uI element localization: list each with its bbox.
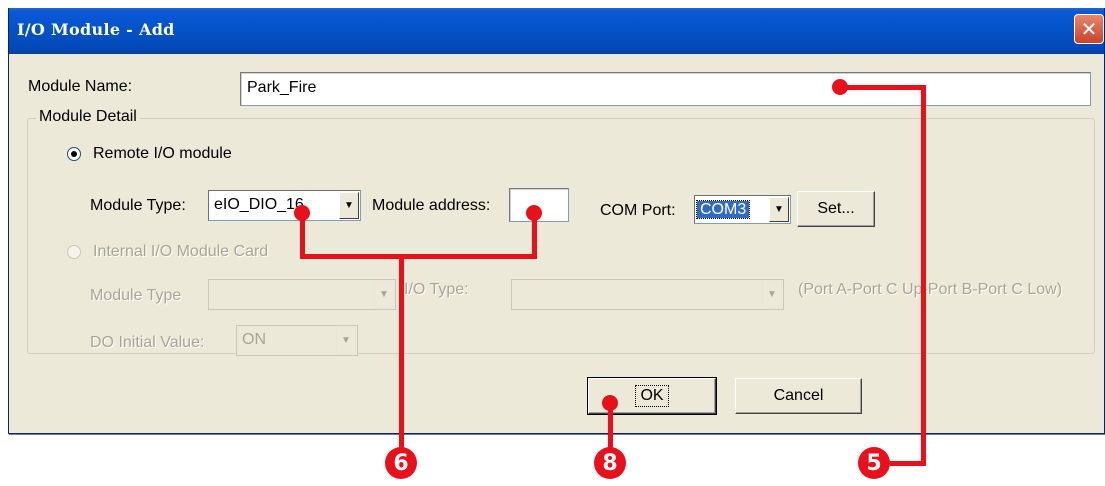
module-type-select[interactable]: eIO_DIO_16 ▼ [208,190,361,221]
remote-io-radio[interactable] [67,147,81,161]
window-title: I/O Module - Add [17,20,175,39]
chevron-down-icon: ▼ [374,281,394,308]
do-initial-select[interactable]: ON ▼ [236,325,358,356]
set-button[interactable]: Set... [797,191,875,227]
callout-6-line-left [300,212,305,259]
callout-6-line-v [399,254,404,450]
module-name-input[interactable]: Park_Fire [240,72,1091,106]
callout-5-line-h2 [890,461,926,466]
callout-8-badge: 8 [594,447,626,479]
cancel-button[interactable]: Cancel [735,378,862,414]
chevron-down-icon[interactable]: ▼ [769,197,789,222]
module-detail-legend: Module Detail [36,108,140,126]
io-type-select[interactable]: ▼ [511,279,784,310]
do-initial-label: DO Initial Value: [90,334,205,351]
do-initial-value: ON [242,331,266,348]
callout-6-badge: 6 [385,447,417,479]
remote-io-label: Remote I/O module [93,145,232,162]
com-port-select[interactable]: COM3 ▼ [694,195,791,224]
ok-button-label: OK [635,385,669,407]
com-port-label: COM Port: [600,202,676,219]
chevron-down-icon[interactable]: ▼ [339,192,359,219]
callout-5-line-v [921,85,926,466]
internal-io-radio[interactable] [67,245,81,259]
port-hint-text: (Port A-Port C Up-Port B-Port C Low) [798,281,1063,298]
callout-8-line [608,400,613,450]
cancel-button-label: Cancel [773,387,824,404]
internal-module-type-select[interactable]: ▼ [208,279,396,310]
callout-5-badge: 5 [858,447,890,479]
module-name-label: Module Name: [28,78,133,95]
title-bar[interactable]: I/O Module - Add ✕ [9,8,1104,54]
module-type-value: eIO_DIO_16 [214,196,304,213]
io-type-label: I/O Type: [404,281,469,298]
callout-6-line-h [300,254,537,259]
callout-5-line-h1 [840,85,926,90]
close-icon[interactable]: ✕ [1074,14,1104,44]
set-button-label: Set... [817,200,855,217]
chevron-down-icon: ▼ [762,281,782,308]
module-type-label: Module Type: [90,197,186,214]
internal-io-label: Internal I/O Module Card [93,243,269,260]
module-address-label: Module address: [372,197,491,214]
internal-module-type-label: Module Type [90,287,182,304]
chevron-down-icon: ▼ [336,327,356,354]
com-port-value: COM3 [695,200,751,219]
callout-6-line-right [532,212,537,259]
